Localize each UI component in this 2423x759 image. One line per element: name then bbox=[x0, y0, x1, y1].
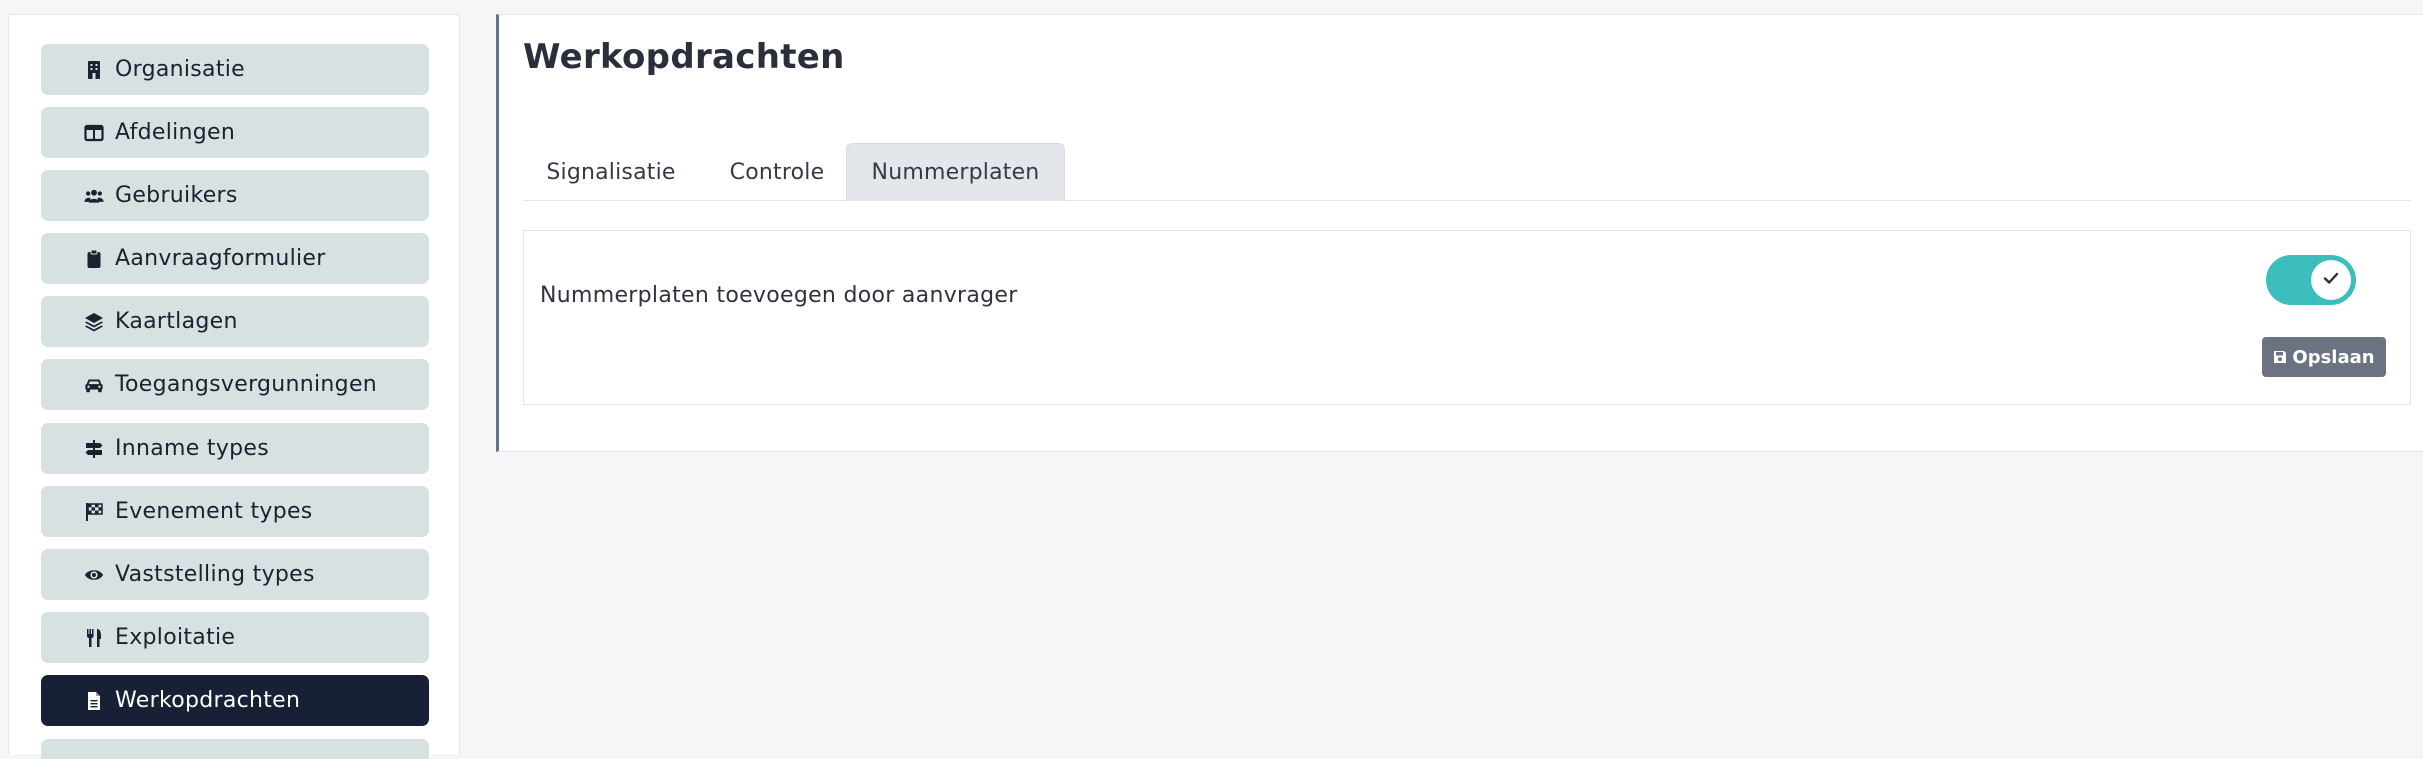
sidebar-item-label: Afdelingen bbox=[115, 120, 236, 145]
sidebar-item-afdelingen[interactable]: Afdelingen bbox=[41, 107, 429, 158]
sidebar-item-label: Exploitatie bbox=[115, 625, 236, 650]
utensils-icon bbox=[83, 627, 105, 649]
table-columns-icon bbox=[83, 122, 105, 144]
nummerplaten-toggle[interactable] bbox=[2266, 255, 2356, 305]
sidebar-item-organisatie[interactable]: Organisatie bbox=[41, 44, 429, 95]
checkered-flag-icon bbox=[83, 501, 105, 523]
save-button-label: Opslaan bbox=[2292, 346, 2375, 368]
sidebar-item-label: Aanvraagformulier bbox=[115, 246, 326, 271]
floppy-disk-icon bbox=[2273, 350, 2287, 364]
sidebar-item-exploitatie[interactable]: Exploitatie bbox=[41, 612, 429, 663]
car-icon bbox=[83, 374, 105, 396]
content-panel: Werkopdrachten Signalisatie Controle Num… bbox=[496, 14, 2423, 452]
clipboard-icon bbox=[83, 248, 105, 270]
sidebar-item-evenement-types[interactable]: Evenement types bbox=[41, 486, 429, 537]
sidebar-item-next[interactable] bbox=[41, 739, 429, 759]
users-icon bbox=[83, 185, 105, 207]
setting-card: Nummerplaten toevoegen door aanvrager Op… bbox=[523, 230, 2411, 405]
building-icon bbox=[83, 59, 105, 81]
tab-nummerplaten[interactable]: Nummerplaten bbox=[846, 143, 1065, 201]
sidebar: Organisatie Afdelingen Gebruikers Aanvra… bbox=[8, 14, 460, 759]
sidebar-item-label: Kaartlagen bbox=[115, 309, 238, 334]
tab-bar: Signalisatie Controle Nummerplaten bbox=[523, 129, 2411, 201]
save-button[interactable]: Opslaan bbox=[2262, 337, 2386, 377]
setting-label: Nummerplaten toevoegen door aanvrager bbox=[540, 283, 1018, 308]
sidebar-item-label: Toegangsvergunningen bbox=[115, 372, 378, 397]
check-icon bbox=[2321, 268, 2341, 292]
sidebar-item-vaststelling-types[interactable]: Vaststelling types bbox=[41, 549, 429, 600]
sidebar-item-label: Organisatie bbox=[115, 57, 245, 82]
signs-post-icon bbox=[83, 438, 105, 460]
page-title: Werkopdrachten bbox=[523, 37, 845, 77]
tab-signalisatie[interactable]: Signalisatie bbox=[523, 143, 699, 201]
sidebar-item-werkopdrachten[interactable]: Werkopdrachten bbox=[41, 675, 429, 726]
sidebar-item-label: Evenement types bbox=[115, 499, 313, 524]
toggle-knob bbox=[2311, 260, 2351, 300]
sidebar-item-inname-types[interactable]: Inname types bbox=[41, 423, 429, 474]
tab-controle[interactable]: Controle bbox=[699, 143, 855, 201]
sidebar-item-gebruikers[interactable]: Gebruikers bbox=[41, 170, 429, 221]
file-icon bbox=[83, 690, 105, 712]
layers-icon bbox=[83, 311, 105, 333]
sidebar-item-aanvraagformulier[interactable]: Aanvraagformulier bbox=[41, 233, 429, 284]
eye-icon bbox=[83, 564, 105, 586]
sidebar-item-label: Werkopdrachten bbox=[115, 688, 301, 713]
sidebar-item-label: Inname types bbox=[115, 436, 270, 461]
sidebar-item-label: Gebruikers bbox=[115, 183, 238, 208]
sidebar-item-kaartlagen[interactable]: Kaartlagen bbox=[41, 296, 429, 347]
sidebar-item-label: Vaststelling types bbox=[115, 562, 315, 587]
sidebar-item-toegangsvergunningen[interactable]: Toegangsvergunningen bbox=[41, 359, 429, 410]
